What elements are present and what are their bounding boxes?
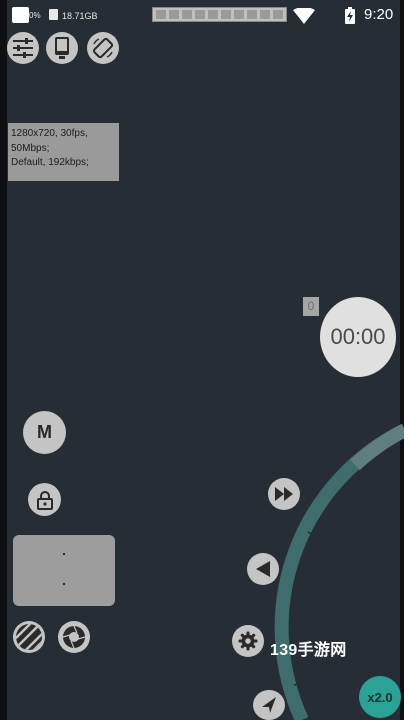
lock-button[interactable] [28, 483, 61, 516]
status-bar: 0% 18.71GB 9:20 [0, 0, 404, 30]
lock-icon [36, 490, 53, 510]
info-line-bitrate: 50Mbps; [11, 142, 50, 154]
joystick-dot-top [63, 553, 65, 555]
record-timer-button[interactable]: 00:00 [320, 297, 396, 377]
device-button[interactable] [46, 32, 78, 64]
joystick-pad[interactable] [13, 535, 115, 606]
record-count-badge: 0 [303, 297, 319, 316]
rotate-button[interactable] [87, 32, 119, 64]
aperture-button[interactable] [58, 621, 90, 653]
rotate-screen-icon [92, 37, 114, 59]
aperture-icon [62, 625, 86, 649]
sliders-icon [13, 38, 33, 58]
battery-percent-text: 0% [29, 11, 41, 20]
stripes-button[interactable] [13, 621, 45, 653]
sd-card-icon [49, 9, 58, 20]
macro-label: M [37, 422, 52, 442]
info-line-resolution: 1280x720, 30fps, [11, 128, 88, 139]
storage-text: 18.71GB [62, 11, 98, 21]
watermark-text: 139手游网 [270, 642, 347, 659]
joystick-dot-bottom [63, 583, 65, 585]
zoom-arc-dial[interactable] [250, 420, 404, 720]
device-icon [55, 37, 69, 59]
stripes-icon [16, 624, 42, 650]
clock-text: 9:20 [364, 6, 394, 23]
screen-edge-left [0, 0, 7, 720]
recording-settings-info[interactable]: 1280x720, 30fps, 50Mbps; Default, 192kbp… [8, 123, 119, 181]
memory-meter-icon [152, 7, 287, 22]
wifi-icon [293, 8, 315, 24]
speed-button[interactable]: x2.0 [359, 676, 401, 718]
info-line-audio: Default, 192kbps; [11, 157, 89, 168]
settings-sliders-button[interactable] [7, 32, 39, 64]
macro-button[interactable]: M [23, 411, 66, 454]
battery-charging-icon [345, 7, 355, 24]
notification-box-icon [12, 7, 29, 23]
app-screen: 0% 18.71GB 9:20 1280x720, 30fps, 50Mbps;… [0, 0, 404, 720]
